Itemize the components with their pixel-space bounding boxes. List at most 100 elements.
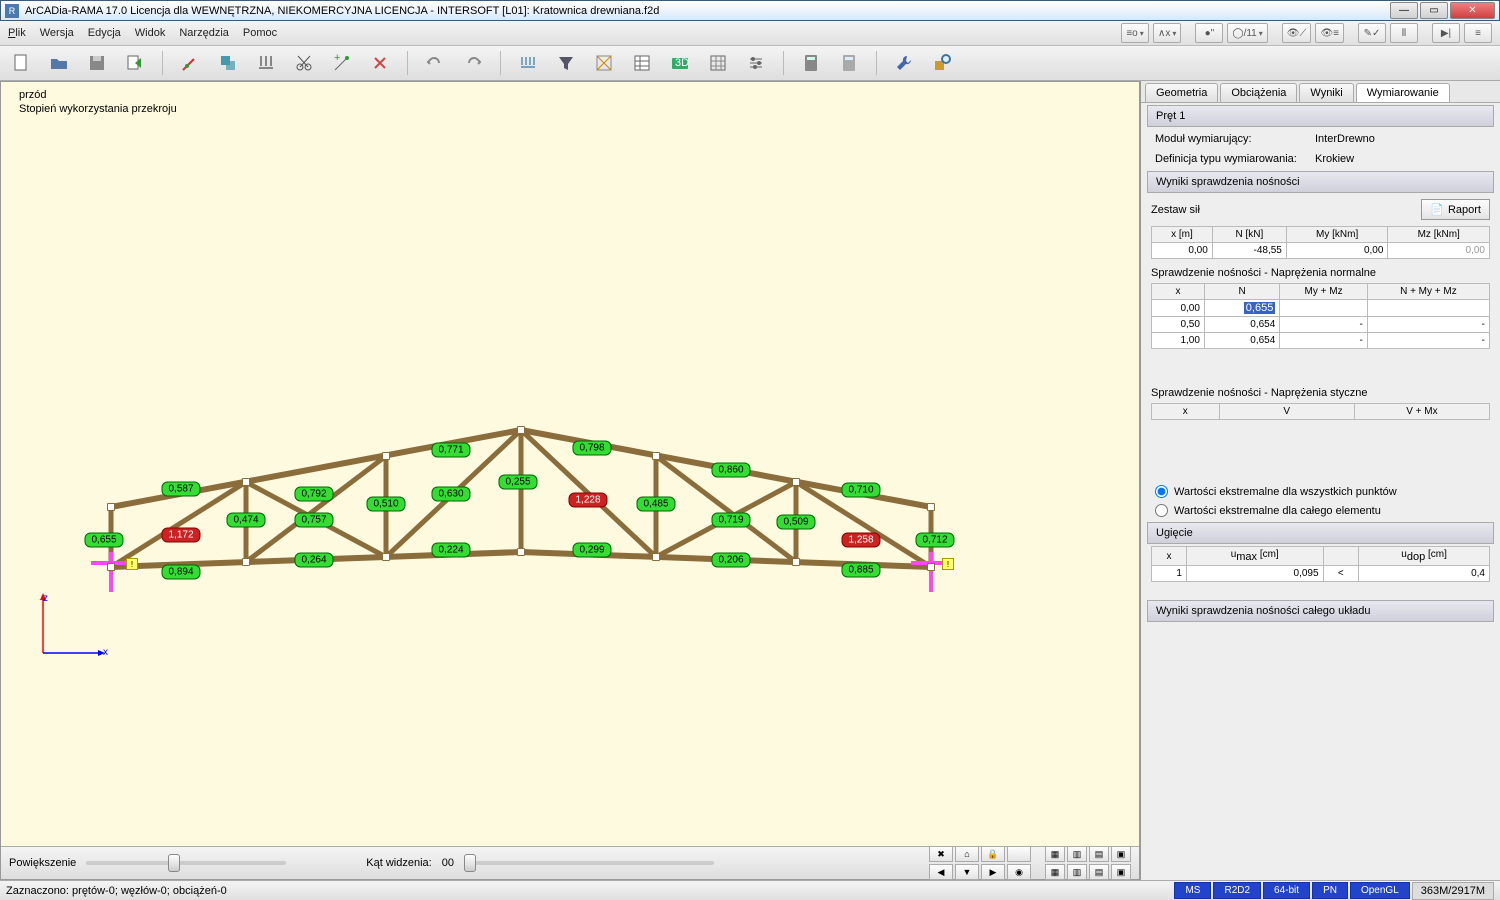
node[interactable] [107, 563, 115, 571]
redo-icon[interactable] [460, 50, 486, 76]
tab-obciazenia[interactable]: Obciążenia [1220, 83, 1297, 102]
save-icon[interactable] [84, 50, 110, 76]
analysis-icon[interactable] [591, 50, 617, 76]
radio-whole-element[interactable] [1155, 504, 1168, 517]
node[interactable] [927, 503, 935, 511]
3d-view-icon[interactable]: 3D [667, 50, 693, 76]
rod-header: Pręt 1 [1147, 105, 1494, 127]
node[interactable] [382, 452, 390, 460]
node[interactable] [382, 553, 390, 561]
cut-icon[interactable] [291, 50, 317, 76]
settings-sliders-icon[interactable] [743, 50, 769, 76]
menu-plik[interactable]: Plik [8, 27, 26, 39]
open-file-icon[interactable] [46, 50, 72, 76]
view-option-6-icon[interactable]: ✎✓ [1358, 23, 1386, 43]
view-option-0-icon[interactable]: ≡o [1121, 23, 1149, 43]
menu-widok[interactable]: Widok [135, 27, 166, 39]
calculator-icon[interactable] [798, 50, 824, 76]
utilization-badge: 0,255 [498, 475, 537, 490]
table-icon[interactable] [629, 50, 655, 76]
node[interactable] [242, 478, 250, 486]
utilization-badge: 1,172 [161, 528, 200, 543]
tab-wyniki[interactable]: Wyniki [1299, 83, 1353, 102]
utilization-badge: 0,474 [226, 513, 265, 528]
close-button[interactable]: ✕ [1450, 2, 1495, 19]
viewport-canvas[interactable]: przód Stopień wykorzystania przekroju [1, 82, 1139, 846]
selection-status: Zaznaczono: prętów-0; węzłów-0; obciążeń… [6, 885, 227, 897]
view-option-2-icon[interactable]: ●" [1195, 23, 1223, 43]
node[interactable] [517, 548, 525, 556]
duplicate-icon[interactable] [215, 50, 241, 76]
node[interactable] [242, 558, 250, 566]
view-option-5-icon[interactable]: 👁≡ [1315, 23, 1344, 43]
node[interactable] [652, 452, 660, 460]
wrench-icon[interactable] [891, 50, 917, 76]
delete-icon[interactable] [367, 50, 393, 76]
tab-wymiarowanie[interactable]: Wymiarowanie [1356, 83, 1450, 102]
utilization-badge: 0,792 [294, 487, 333, 502]
layer1-icon[interactable]: ▦ [1045, 846, 1065, 862]
calculator2-icon[interactable] [836, 50, 862, 76]
tab-geometria[interactable]: Geometria [1145, 83, 1218, 102]
filter-icon[interactable] [553, 50, 579, 76]
status-64-bit-button[interactable]: 64-bit [1263, 882, 1310, 899]
layer3-icon[interactable]: ▤ [1089, 846, 1109, 862]
nav-left-icon[interactable]: ◀ [929, 864, 953, 880]
status-ms-button[interactable]: MS [1174, 882, 1211, 899]
undo-icon[interactable] [422, 50, 448, 76]
new-file-icon[interactable] [8, 50, 34, 76]
node[interactable] [652, 553, 660, 561]
layer7-icon[interactable]: ▤ [1089, 864, 1109, 880]
minimize-button[interactable]: — [1390, 2, 1418, 19]
view-option-1-icon[interactable]: ∧x [1153, 23, 1181, 43]
zoom-slider[interactable] [86, 861, 286, 865]
radio-all-points[interactable] [1155, 485, 1168, 498]
node[interactable] [107, 503, 115, 511]
dimension-icon[interactable]: + [329, 50, 355, 76]
config-icon[interactable] [929, 50, 955, 76]
menu-narzedzia[interactable]: Narzędzia [179, 27, 229, 39]
view-option-8-icon[interactable]: ▶| [1432, 23, 1460, 43]
utilization-badge: 0,894 [161, 565, 200, 580]
status-r2d2-button[interactable]: R2D2 [1213, 882, 1261, 899]
titlebar: R ArCADia-RAMA 17.0 Licencja dla WEWNĘTR… [0, 0, 1500, 21]
results-header: Wyniki sprawdzenia nośności [1147, 171, 1494, 193]
node[interactable] [517, 426, 525, 434]
node-tool-icon[interactable] [177, 50, 203, 76]
layer2-icon[interactable]: ▥ [1067, 846, 1087, 862]
nav-down-icon[interactable]: ▼ [955, 864, 979, 880]
maximize-button[interactable]: ▭ [1420, 2, 1448, 19]
angle-slider[interactable] [464, 861, 714, 865]
status-pn-button[interactable]: PN [1312, 882, 1348, 899]
layer6-icon[interactable]: ▥ [1067, 864, 1087, 880]
utilization-badge: 0,885 [841, 563, 880, 578]
nav-blank1[interactable] [1007, 846, 1031, 862]
nav-fit-icon[interactable]: ✖ [929, 846, 953, 862]
status-opengl-button[interactable]: OpenGL [1350, 882, 1410, 899]
view-option-3-icon[interactable]: ◯/11 [1227, 23, 1267, 43]
supports-icon[interactable] [253, 50, 279, 76]
view-option-7-icon[interactable]: ⫴ [1390, 23, 1418, 43]
nav-pad: ✖ ⌂ 🔒 ◀ ▼ ▶ ◉ [929, 846, 1031, 880]
memory-status: 363M/2917M [1412, 882, 1494, 900]
grid-settings-icon[interactable] [705, 50, 731, 76]
utilization-badge: 0,299 [572, 543, 611, 558]
node[interactable] [792, 558, 800, 566]
nav-up-icon[interactable]: ⌂ [955, 846, 979, 862]
nav-right-icon[interactable]: ▶ [981, 864, 1005, 880]
layer8-icon[interactable]: ▣ [1111, 864, 1131, 880]
node[interactable] [792, 478, 800, 486]
nav-center-icon[interactable]: ◉ [1007, 864, 1031, 880]
loads-icon[interactable] [515, 50, 541, 76]
menu-edycja[interactable]: Edycja [88, 27, 121, 39]
layer4-icon[interactable]: ▣ [1111, 846, 1131, 862]
export-icon[interactable] [122, 50, 148, 76]
layer5-icon[interactable]: ▦ [1045, 864, 1065, 880]
nav-lock-icon[interactable]: 🔒 [981, 846, 1005, 862]
menu-wersja[interactable]: Wersja [40, 27, 74, 39]
menu-pomoc[interactable]: Pomoc [243, 27, 277, 39]
view-option-9-icon[interactable]: ≡ [1464, 23, 1492, 43]
node[interactable] [927, 563, 935, 571]
view-option-4-icon[interactable]: 👁⟋ [1282, 23, 1312, 43]
raport-button[interactable]: 📄 Raport [1421, 199, 1490, 220]
